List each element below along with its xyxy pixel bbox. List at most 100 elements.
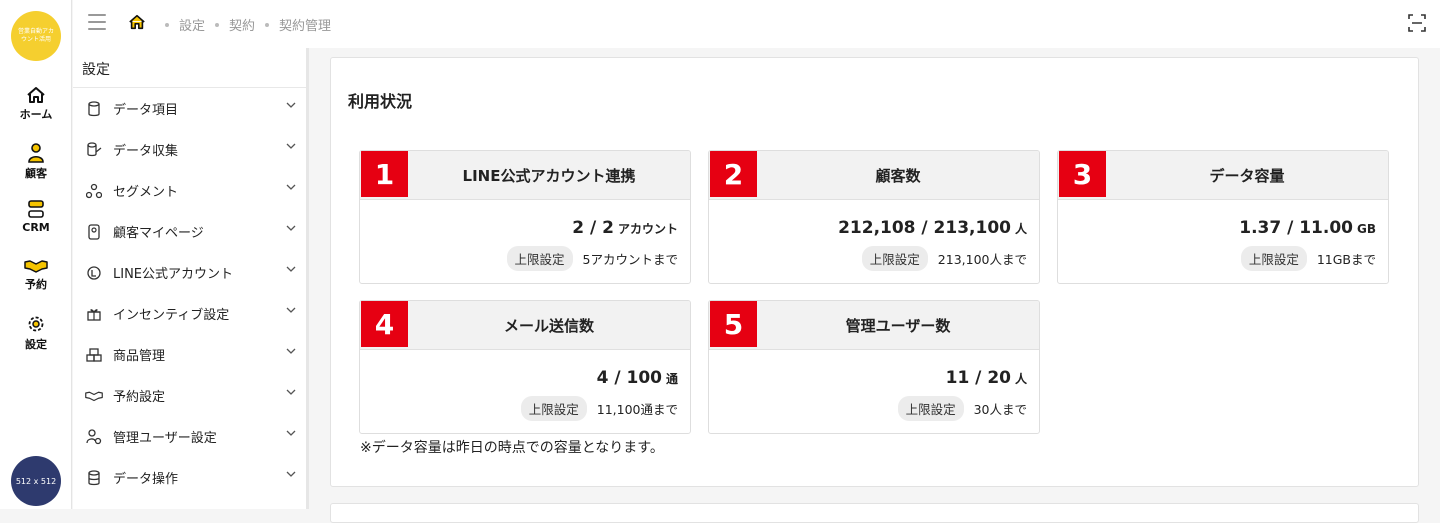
menu-item-label: LINE公式アカウント (113, 267, 234, 282)
rail-item-customer[interactable]: 顧客 (0, 143, 72, 181)
fullscreen-icon[interactable] (1408, 14, 1426, 32)
logo-text: 営業自動アカウント活用 (17, 28, 54, 43)
chevron-down-icon (286, 471, 296, 477)
card-number-badge: 2 (710, 151, 757, 197)
page-title: 利用状況 (348, 92, 413, 111)
chevron-down-icon (286, 184, 296, 190)
rail-label-crm: CRM (22, 221, 50, 234)
menu-item-admin-users[interactable]: 管理ユーザー設定 (73, 416, 306, 457)
app-logo[interactable]: 営業自動アカウント活用 (11, 11, 61, 61)
chevron-down-icon (286, 225, 296, 231)
menu-item-line-account[interactable]: LINE公式アカウント (73, 252, 306, 293)
card-number-badge: 5 (710, 301, 757, 347)
usage-card-admin-users: 5 管理ユーザー数 11 / 20 人 上限設定 30人まで (708, 300, 1040, 434)
menu-item-data-operations[interactable]: データ操作 (73, 457, 306, 498)
top-bar: 設定 契約 契約管理 (73, 0, 1440, 48)
next-panel (330, 503, 1419, 523)
card-label: LINE公式アカウント連携 (462, 167, 636, 185)
gift-icon (85, 305, 103, 323)
rail-item-reservation[interactable]: 予約 (0, 258, 72, 292)
menu-title: 設定 (73, 48, 306, 88)
person-icon (28, 143, 44, 163)
user-gear-icon (85, 428, 103, 446)
usage-card-data-capacity: 3 データ容量 1.37 / 11.00 GB 上限設定 11GBまで (1057, 150, 1389, 284)
segment-icon (85, 182, 103, 200)
menu-item-label: 予約設定 (113, 390, 166, 405)
chevron-down-icon (286, 143, 296, 149)
breadcrumb-home-icon[interactable] (128, 13, 146, 31)
usage-card-customers: 2 顧客数 212,108 / 213,100 人 上限設定 213,100人まで (708, 150, 1040, 284)
database-icon (85, 100, 103, 118)
rail-label-reservation: 予約 (25, 278, 47, 291)
menu-item-segment[interactable]: セグメント (73, 170, 306, 211)
card-limit: 上限設定 11GBまで (1240, 246, 1376, 271)
breadcrumb-item[interactable]: 契約 (229, 15, 255, 34)
usage-panel: 利用状況 1 LINE公式アカウント連携 2 / 2 アカウント 上限設定 5アカウ… (330, 57, 1419, 487)
limit-badge: 上限設定 (506, 246, 573, 271)
db-ops-icon (85, 469, 103, 487)
limit-value: 30人まで (973, 402, 1027, 417)
card-value: 11 / 20 人 (945, 368, 1027, 388)
card-value: 212,108 / 213,100 人 (838, 218, 1027, 238)
chevron-down-icon (286, 266, 296, 272)
usage-card-line-accounts: 1 LINE公式アカウント連携 2 / 2 アカウント 上限設定 5アカウントまで (359, 150, 691, 284)
menu-item-label: 商品管理 (113, 349, 166, 364)
menu-item-customer-mypage[interactable]: 顧客マイページ (73, 211, 306, 252)
card-label: データ容量 (1209, 167, 1285, 185)
menu-item-label: 顧客マイページ (113, 226, 204, 241)
usage-card-emails: 4 メール送信数 4 / 100 通 上限設定 11,100通まで (359, 300, 691, 434)
menu-item-products[interactable]: 商品管理 (73, 334, 306, 375)
card-limit: 上限設定 30人まで (897, 396, 1027, 421)
chevron-down-icon (286, 430, 296, 436)
card-label: メール送信数 (503, 317, 594, 335)
chevron-down-icon (286, 389, 296, 395)
boxes-icon (85, 346, 103, 364)
home-icon (27, 87, 45, 103)
menu-item-label: データ収集 (113, 144, 179, 159)
hamburger-menu-icon[interactable] (88, 14, 106, 30)
gear-icon (28, 316, 44, 332)
menu-item-reservation-settings[interactable]: 予約設定 (73, 375, 306, 416)
limit-badge: 上限設定 (1240, 246, 1307, 271)
breadcrumb: 設定 契約 契約管理 (165, 15, 331, 34)
handshake-icon (24, 260, 48, 273)
crm-icon (28, 200, 44, 218)
chevron-down-icon (286, 102, 296, 108)
card-label: 管理ユーザー数 (845, 317, 951, 335)
card-value: 1.37 / 11.00 GB (1239, 218, 1376, 238)
card-value: 4 / 100 通 (596, 368, 678, 388)
settings-menu: 設定 データ項目 データ収集 セグメント 顧客マイページ LINE公式アカウント… (73, 48, 309, 509)
rail-item-settings[interactable]: 設定 (0, 314, 72, 352)
card-limit: 上限設定 5アカウントまで (506, 246, 678, 271)
chevron-down-icon (286, 348, 296, 354)
menu-item-data-fields[interactable]: データ項目 (73, 88, 306, 129)
limit-value: 213,100人まで (937, 252, 1027, 267)
card-limit: 上限設定 213,100人まで (861, 246, 1027, 271)
menu-item-incentive[interactable]: インセンティブ設定 (73, 293, 306, 334)
rail-item-crm[interactable]: CRM (0, 199, 72, 234)
rail-item-home[interactable]: ホーム (0, 86, 72, 122)
card-number-badge: 4 (361, 301, 408, 347)
card-number-badge: 3 (1059, 151, 1106, 197)
limit-badge: 上限設定 (861, 246, 928, 271)
rail-label-customer: 顧客 (25, 167, 47, 180)
avatar[interactable]: 512 x 512 (11, 456, 61, 506)
avatar-text: 512 x 512 (15, 476, 57, 486)
breadcrumb-item: 契約管理 (279, 19, 332, 34)
menu-item-label: データ項目 (113, 103, 179, 118)
menu-item-data-collection[interactable]: データ収集 (73, 129, 306, 170)
handshake-icon (85, 387, 103, 405)
menu-item-label: 管理ユーザー設定 (113, 431, 217, 446)
card-number-badge: 1 (361, 151, 408, 197)
menu-item-label: データ操作 (113, 472, 179, 487)
breadcrumb-item[interactable]: 設定 (179, 15, 205, 34)
limit-badge: 上限設定 (897, 396, 964, 421)
limit-value: 5アカウントまで (582, 252, 678, 267)
limit-badge: 上限設定 (520, 396, 587, 421)
rail-label-home: ホーム (19, 108, 53, 121)
card-value: 2 / 2 アカウント (572, 218, 678, 238)
mypage-icon (85, 223, 103, 241)
chevron-down-icon (286, 307, 296, 313)
card-label: 顧客数 (875, 167, 921, 185)
limit-value: 11GBまで (1316, 252, 1376, 267)
